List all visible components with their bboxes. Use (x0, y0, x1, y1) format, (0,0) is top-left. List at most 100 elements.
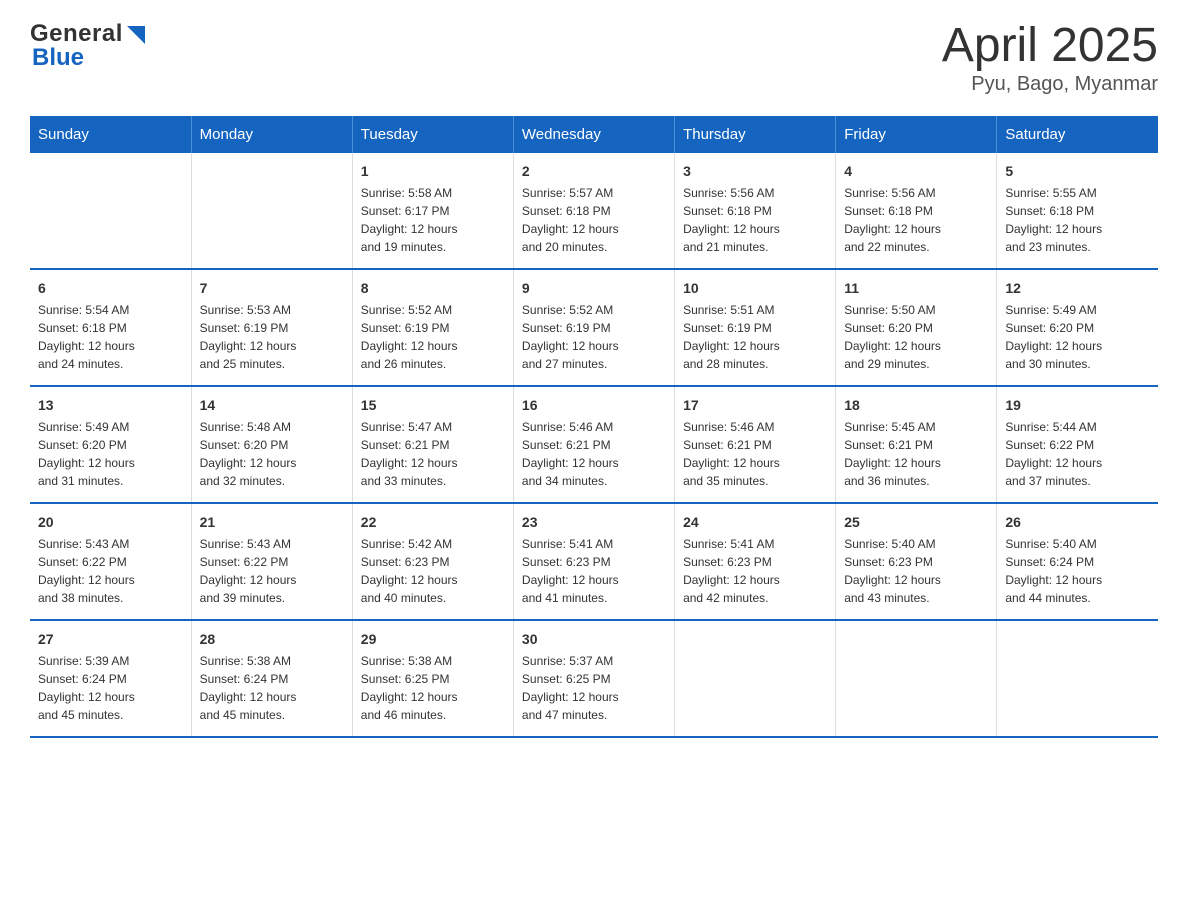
day-number: 5 (1005, 161, 1150, 182)
day-number: 29 (361, 629, 505, 650)
day-number: 13 (38, 395, 183, 416)
calendar-cell: 19Sunrise: 5:44 AM Sunset: 6:22 PM Dayli… (997, 386, 1158, 503)
calendar-cell: 10Sunrise: 5:51 AM Sunset: 6:19 PM Dayli… (675, 269, 836, 386)
day-number: 12 (1005, 278, 1150, 299)
calendar-table: SundayMondayTuesdayWednesdayThursdayFrid… (30, 116, 1158, 738)
calendar-cell: 5Sunrise: 5:55 AM Sunset: 6:18 PM Daylig… (997, 153, 1158, 269)
day-number: 28 (200, 629, 344, 650)
header-thursday: Thursday (675, 116, 836, 153)
calendar-cell: 22Sunrise: 5:42 AM Sunset: 6:23 PM Dayli… (352, 503, 513, 620)
day-info: Sunrise: 5:56 AM Sunset: 6:18 PM Dayligh… (844, 184, 988, 256)
day-number: 23 (522, 512, 666, 533)
calendar-cell (191, 153, 352, 269)
calendar-cell: 16Sunrise: 5:46 AM Sunset: 6:21 PM Dayli… (513, 386, 674, 503)
calendar-week-row: 1Sunrise: 5:58 AM Sunset: 6:17 PM Daylig… (30, 153, 1158, 269)
calendar-cell: 17Sunrise: 5:46 AM Sunset: 6:21 PM Dayli… (675, 386, 836, 503)
calendar-cell: 4Sunrise: 5:56 AM Sunset: 6:18 PM Daylig… (836, 153, 997, 269)
day-number: 27 (38, 629, 183, 650)
day-number: 24 (683, 512, 827, 533)
day-info: Sunrise: 5:43 AM Sunset: 6:22 PM Dayligh… (38, 535, 183, 607)
logo-blue-text: Blue (32, 44, 84, 72)
page-subtitle: Pyu, Bago, Myanmar (942, 73, 1158, 96)
calendar-cell: 6Sunrise: 5:54 AM Sunset: 6:18 PM Daylig… (30, 269, 191, 386)
page-header: General Blue April 2025 Pyu, Bago, Myanm… (30, 20, 1158, 96)
day-info: Sunrise: 5:49 AM Sunset: 6:20 PM Dayligh… (38, 418, 183, 490)
calendar-cell: 11Sunrise: 5:50 AM Sunset: 6:20 PM Dayli… (836, 269, 997, 386)
calendar-week-row: 13Sunrise: 5:49 AM Sunset: 6:20 PM Dayli… (30, 386, 1158, 503)
day-info: Sunrise: 5:52 AM Sunset: 6:19 PM Dayligh… (522, 301, 666, 373)
day-info: Sunrise: 5:48 AM Sunset: 6:20 PM Dayligh… (200, 418, 344, 490)
day-number: 3 (683, 161, 827, 182)
calendar-cell: 18Sunrise: 5:45 AM Sunset: 6:21 PM Dayli… (836, 386, 997, 503)
calendar-cell: 26Sunrise: 5:40 AM Sunset: 6:24 PM Dayli… (997, 503, 1158, 620)
calendar-cell (997, 620, 1158, 737)
day-info: Sunrise: 5:41 AM Sunset: 6:23 PM Dayligh… (522, 535, 666, 607)
calendar-week-row: 6Sunrise: 5:54 AM Sunset: 6:18 PM Daylig… (30, 269, 1158, 386)
calendar-cell: 2Sunrise: 5:57 AM Sunset: 6:18 PM Daylig… (513, 153, 674, 269)
day-number: 7 (200, 278, 344, 299)
day-number: 20 (38, 512, 183, 533)
day-info: Sunrise: 5:38 AM Sunset: 6:25 PM Dayligh… (361, 652, 505, 724)
day-number: 18 (844, 395, 988, 416)
day-info: Sunrise: 5:55 AM Sunset: 6:18 PM Dayligh… (1005, 184, 1150, 256)
calendar-cell (675, 620, 836, 737)
logo: General Blue (30, 20, 147, 72)
day-info: Sunrise: 5:50 AM Sunset: 6:20 PM Dayligh… (844, 301, 988, 373)
calendar-cell: 15Sunrise: 5:47 AM Sunset: 6:21 PM Dayli… (352, 386, 513, 503)
day-info: Sunrise: 5:37 AM Sunset: 6:25 PM Dayligh… (522, 652, 666, 724)
calendar-cell: 9Sunrise: 5:52 AM Sunset: 6:19 PM Daylig… (513, 269, 674, 386)
day-number: 1 (361, 161, 505, 182)
day-number: 21 (200, 512, 344, 533)
calendar-cell (30, 153, 191, 269)
header-sunday: Sunday (30, 116, 191, 153)
day-info: Sunrise: 5:42 AM Sunset: 6:23 PM Dayligh… (361, 535, 505, 607)
header-saturday: Saturday (997, 116, 1158, 153)
day-info: Sunrise: 5:45 AM Sunset: 6:21 PM Dayligh… (844, 418, 988, 490)
header-tuesday: Tuesday (352, 116, 513, 153)
day-number: 17 (683, 395, 827, 416)
day-number: 26 (1005, 512, 1150, 533)
calendar-cell: 7Sunrise: 5:53 AM Sunset: 6:19 PM Daylig… (191, 269, 352, 386)
day-info: Sunrise: 5:52 AM Sunset: 6:19 PM Dayligh… (361, 301, 505, 373)
calendar-cell: 30Sunrise: 5:37 AM Sunset: 6:25 PM Dayli… (513, 620, 674, 737)
calendar-week-row: 27Sunrise: 5:39 AM Sunset: 6:24 PM Dayli… (30, 620, 1158, 737)
calendar-cell: 3Sunrise: 5:56 AM Sunset: 6:18 PM Daylig… (675, 153, 836, 269)
calendar-cell: 14Sunrise: 5:48 AM Sunset: 6:20 PM Dayli… (191, 386, 352, 503)
calendar-cell: 23Sunrise: 5:41 AM Sunset: 6:23 PM Dayli… (513, 503, 674, 620)
day-number: 15 (361, 395, 505, 416)
day-info: Sunrise: 5:56 AM Sunset: 6:18 PM Dayligh… (683, 184, 827, 256)
day-info: Sunrise: 5:41 AM Sunset: 6:23 PM Dayligh… (683, 535, 827, 607)
day-number: 10 (683, 278, 827, 299)
calendar-cell: 1Sunrise: 5:58 AM Sunset: 6:17 PM Daylig… (352, 153, 513, 269)
day-number: 2 (522, 161, 666, 182)
day-number: 30 (522, 629, 666, 650)
day-info: Sunrise: 5:40 AM Sunset: 6:23 PM Dayligh… (844, 535, 988, 607)
day-number: 9 (522, 278, 666, 299)
logo-triangle-icon (125, 24, 147, 46)
day-info: Sunrise: 5:43 AM Sunset: 6:22 PM Dayligh… (200, 535, 344, 607)
day-info: Sunrise: 5:49 AM Sunset: 6:20 PM Dayligh… (1005, 301, 1150, 373)
calendar-cell: 28Sunrise: 5:38 AM Sunset: 6:24 PM Dayli… (191, 620, 352, 737)
calendar-cell: 8Sunrise: 5:52 AM Sunset: 6:19 PM Daylig… (352, 269, 513, 386)
day-number: 22 (361, 512, 505, 533)
header-monday: Monday (191, 116, 352, 153)
calendar-cell: 13Sunrise: 5:49 AM Sunset: 6:20 PM Dayli… (30, 386, 191, 503)
day-number: 11 (844, 278, 988, 299)
day-info: Sunrise: 5:46 AM Sunset: 6:21 PM Dayligh… (683, 418, 827, 490)
calendar-cell: 25Sunrise: 5:40 AM Sunset: 6:23 PM Dayli… (836, 503, 997, 620)
calendar-week-row: 20Sunrise: 5:43 AM Sunset: 6:22 PM Dayli… (30, 503, 1158, 620)
day-info: Sunrise: 5:46 AM Sunset: 6:21 PM Dayligh… (522, 418, 666, 490)
day-number: 19 (1005, 395, 1150, 416)
day-info: Sunrise: 5:38 AM Sunset: 6:24 PM Dayligh… (200, 652, 344, 724)
calendar-cell: 20Sunrise: 5:43 AM Sunset: 6:22 PM Dayli… (30, 503, 191, 620)
calendar-cell: 27Sunrise: 5:39 AM Sunset: 6:24 PM Dayli… (30, 620, 191, 737)
calendar-cell: 29Sunrise: 5:38 AM Sunset: 6:25 PM Dayli… (352, 620, 513, 737)
day-number: 25 (844, 512, 988, 533)
day-info: Sunrise: 5:39 AM Sunset: 6:24 PM Dayligh… (38, 652, 183, 724)
day-info: Sunrise: 5:53 AM Sunset: 6:19 PM Dayligh… (200, 301, 344, 373)
day-number: 14 (200, 395, 344, 416)
title-block: April 2025 Pyu, Bago, Myanmar (942, 20, 1158, 96)
day-info: Sunrise: 5:57 AM Sunset: 6:18 PM Dayligh… (522, 184, 666, 256)
day-info: Sunrise: 5:58 AM Sunset: 6:17 PM Dayligh… (361, 184, 505, 256)
day-number: 8 (361, 278, 505, 299)
